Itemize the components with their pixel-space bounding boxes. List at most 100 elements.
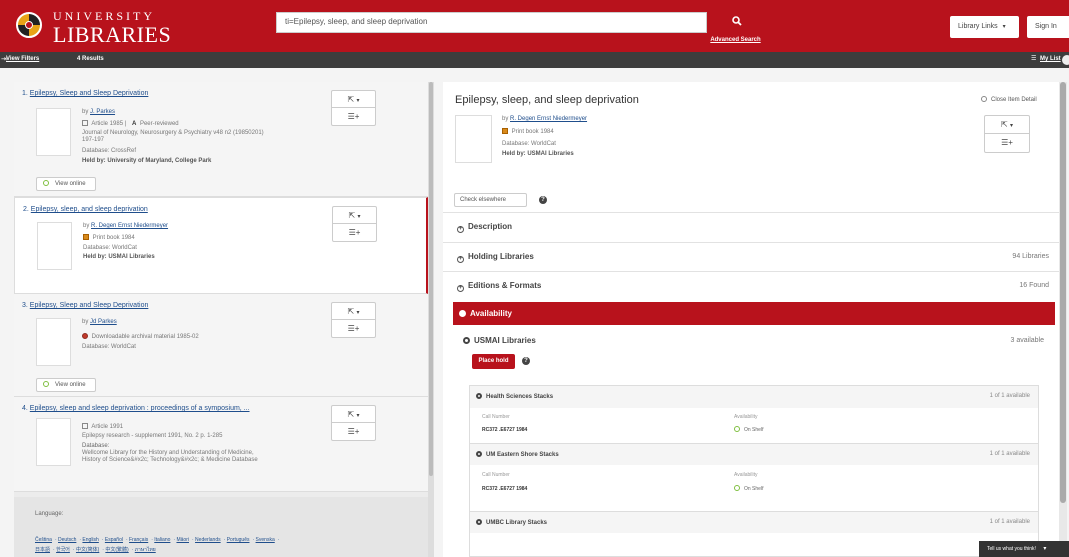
editions-formats-section[interactable]: + Editions & Formats 16 Found [443,271,1059,299]
close-detail-button[interactable]: Close Item Detail [981,96,1037,103]
available-circle-icon [734,426,740,432]
cite-export-button[interactable]: ⇱ ▾ [332,303,375,320]
article-icon [82,120,88,126]
cite-export-button[interactable]: ⇱ ▾ [332,91,375,108]
language-link[interactable]: 中文(繁體) [105,547,128,553]
caret-down-icon: ▾ [1009,123,1013,129]
language-link[interactable]: 한국어 [56,547,70,553]
language-link[interactable]: Nederlands [195,537,221,543]
result-title-link[interactable]: Epilepsy, Sleep and Sleep Deprivation [30,302,149,309]
search-button[interactable] [707,12,767,33]
by-label: by [83,223,90,229]
location-header[interactable]: UMBC Library Stacks 1 of 1 available [470,511,1038,533]
view-filters-link[interactable]: View Filters [6,56,39,62]
author-link[interactable]: R. Degen Ernst Niedermeyer [91,223,168,229]
language-link[interactable]: Māori [176,537,189,543]
view-online-button[interactable]: View online [36,378,96,392]
cover-thumbnail[interactable] [36,108,71,156]
help-icon[interactable]: ? [539,196,547,204]
caret-down-icon: ▾ [356,413,360,419]
my-list-link[interactable]: My List [1040,56,1061,62]
feedback-button[interactable]: Tell us what you think! ▾ [979,541,1069,557]
help-icon[interactable]: ? [522,357,530,365]
add-to-list-button[interactable]: ☰+ [332,108,375,125]
source-pages: 197-197 [82,137,105,143]
cite-export-button[interactable]: ⇱ ▾ [332,406,375,423]
results-scrollbar[interactable] [428,82,434,557]
call-number-value[interactable]: RC372 .E6727 1984 [482,427,527,433]
availability-header: Availability [734,472,758,478]
export-icon: ⇱ [1001,120,1008,129]
cite-export-button[interactable]: ⇱ ▾ [333,207,376,224]
detail-scrollbar[interactable] [1059,82,1067,557]
database-label: Database: [82,443,110,449]
search-input[interactable]: ti=Epilepsy, sleep, and sleep deprivatio… [276,12,707,33]
detail-item-tools: ⇱ ▾ ☰+ [984,115,1030,153]
cover-thumbnail[interactable] [37,222,72,270]
language-link[interactable]: Čeština [35,537,52,543]
language-link[interactable]: Português [227,537,250,543]
add-to-list-button[interactable]: ☰+ [332,423,375,440]
holding-libraries-label: Holding Libraries [468,252,534,261]
cover-thumbnail [455,115,492,163]
list-item[interactable]: 4. Epilepsy, sleep and sleep deprivation… [14,397,428,492]
view-online-label: View online [55,181,86,187]
detail-title: Epilepsy, sleep, and sleep deprivation [455,94,639,106]
peer-reviewed-icon: A [131,121,137,127]
list-item[interactable]: 2. Epilepsy, sleep, and sleep deprivatio… [14,197,428,294]
availability-section-header[interactable]: Availability [453,302,1055,325]
author-link[interactable]: R. Degen Ernst Niedermeyer [510,116,587,122]
logo-libraries-text[interactable]: LIBRARIES [53,22,171,48]
scrollbar-thumb[interactable] [429,82,433,476]
held-by-text: Held by: USMAI Libraries [83,254,155,260]
result-title-link[interactable]: Epilepsy, sleep and sleep deprivation : … [30,405,250,412]
language-link[interactable]: Français [129,537,148,543]
usmai-libraries-toggle[interactable]: USMAI Libraries [463,336,536,345]
call-number-value[interactable]: RC372 .E6727 1984 [482,486,527,492]
caret-down-icon: ▾ [356,310,360,316]
holding-libraries-section[interactable]: + Holding Libraries 94 Libraries [443,242,1059,270]
collapse-icon [476,451,482,457]
language-link[interactable]: Deutsch [58,537,76,543]
language-link[interactable]: English [82,537,98,543]
location-count: 1 of 1 available [989,519,1030,525]
description-section[interactable]: + Description [443,212,1059,240]
export-icon: ⇱ [347,307,355,316]
language-link[interactable]: Español [105,537,123,543]
list-item[interactable]: 1. Epilepsy, Sleep and Sleep Deprivation… [14,82,428,197]
view-online-button[interactable]: View online [36,177,96,191]
author-link[interactable]: Jd Parkes [90,319,117,325]
add-to-list-button[interactable]: ☰+ [985,134,1029,152]
collapse-icon [459,310,466,317]
book-icon [502,128,508,134]
add-to-list-button[interactable]: ☰+ [333,224,376,241]
cover-thumbnail[interactable] [36,318,71,366]
check-elsewhere-button[interactable]: Check elsewhere [454,193,527,207]
cover-thumbnail[interactable] [36,418,71,466]
author-link[interactable]: J. Parkes [90,109,115,115]
location-header[interactable]: Health Sciences Stacks 1 of 1 available [470,386,1038,408]
advanced-search-link[interactable]: Advanced Search [704,37,767,43]
cite-export-button[interactable]: ⇱ ▾ [985,116,1029,134]
site-header: UNIVERSITY LIBRARIES ti=Epilepsy, sleep,… [0,0,1069,52]
language-link[interactable]: 日本語 [35,547,50,553]
university-seal-logo[interactable] [16,12,42,38]
sign-in-button[interactable]: Sign In [1027,16,1069,38]
add-to-list-button[interactable]: ☰+ [332,320,375,337]
item-tools: ⇱ ▾ ☰+ [332,206,377,242]
location-header[interactable]: UM Eastern Shore Stacks 1 of 1 available [470,443,1038,465]
close-icon [981,96,987,102]
view-online-label: View online [55,382,86,388]
language-link[interactable]: ภาษาไทย [135,547,156,553]
availability-header: Availability [734,414,758,420]
feedback-label: Tell us what you think! [987,546,1036,552]
place-hold-button[interactable]: Place hold [472,354,515,369]
language-link[interactable]: Italiano [154,537,170,543]
language-link[interactable]: Svenska [256,537,275,543]
list-item[interactable]: 3. Epilepsy, Sleep and Sleep Deprivation… [14,294,428,397]
scrollbar-thumb[interactable] [1060,82,1066,503]
language-link[interactable]: 中文(简体) [76,547,99,553]
result-title-link[interactable]: Epilepsy, Sleep and Sleep Deprivation [30,90,149,97]
library-links-dropdown[interactable]: Library Links ▾ [950,16,1019,38]
result-title-link[interactable]: Epilepsy, sleep, and sleep deprivation [31,206,148,213]
